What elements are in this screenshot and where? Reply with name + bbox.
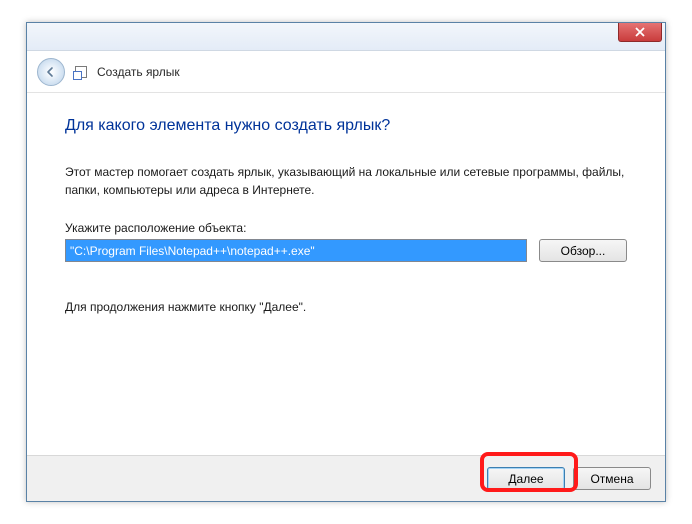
content-area: Для какого элемента нужно создать ярлык?… (27, 93, 665, 314)
cancel-button[interactable]: Отмена (573, 467, 651, 490)
dialog-window: Создать ярлык Для какого элемента нужно … (26, 22, 666, 502)
page-title: Для какого элемента нужно создать ярлык? (65, 117, 627, 135)
description-text: Этот мастер помогает создать ярлык, указ… (65, 163, 627, 199)
back-button[interactable] (37, 58, 65, 86)
back-arrow-icon (44, 65, 58, 79)
location-row: Обзор... (65, 239, 627, 262)
location-input[interactable] (65, 239, 527, 262)
shortcut-icon (73, 64, 89, 80)
continue-hint: Для продолжения нажмите кнопку "Далее". (65, 300, 627, 314)
close-icon (635, 27, 645, 37)
header-title: Создать ярлык (97, 65, 180, 79)
location-label: Укажите расположение объекта: (65, 221, 627, 235)
close-button[interactable] (618, 23, 662, 42)
wizard-header: Создать ярлык (27, 51, 665, 93)
footer: Далее Отмена (27, 455, 665, 501)
next-button[interactable]: Далее (487, 467, 565, 490)
browse-button[interactable]: Обзор... (539, 239, 627, 262)
titlebar (27, 23, 665, 51)
